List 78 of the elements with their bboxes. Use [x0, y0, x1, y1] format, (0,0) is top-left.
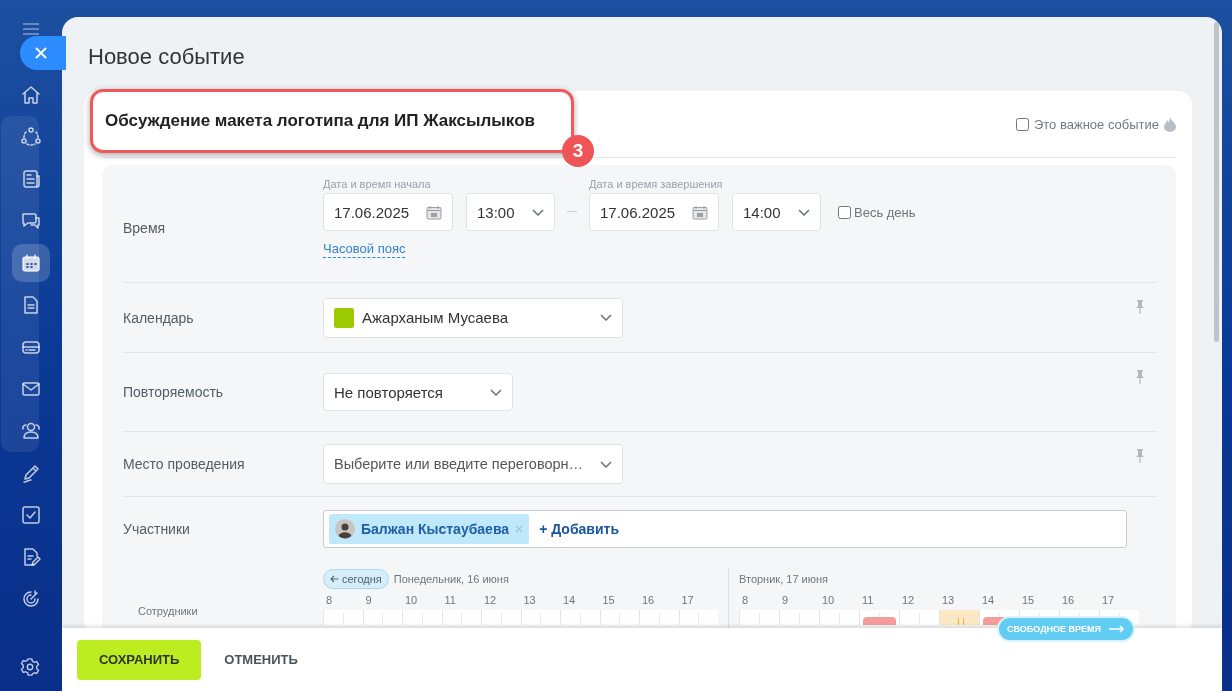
news-icon: [20, 168, 42, 190]
date-field[interactable]: 17.06.2025: [589, 193, 719, 231]
hour-label: 13: [941, 594, 956, 606]
hour-label: 9: [781, 594, 790, 606]
time-dropdown[interactable]: 14:00: [732, 193, 821, 231]
field-label: Место проведения: [123, 456, 246, 472]
hour-label: 8: [741, 594, 750, 606]
close-icon: [35, 47, 47, 59]
add-participant-link[interactable]: + Добавить: [539, 521, 619, 537]
close-button[interactable]: [20, 36, 66, 70]
target-icon: [20, 588, 42, 610]
calendar-icon[interactable]: [426, 204, 442, 220]
hour-label: 11: [443, 594, 457, 606]
calendar-icon: [20, 252, 42, 274]
hour-label: 10: [404, 594, 419, 606]
important-checkbox[interactable]: [1015, 117, 1029, 131]
field-label: Время: [123, 220, 167, 236]
date-field[interactable]: 17.06.2025: [323, 193, 453, 231]
calendar-icon[interactable]: [692, 204, 708, 220]
chat-icon: [20, 210, 42, 232]
flame-icon: [1164, 116, 1176, 132]
hour-label: 14: [981, 594, 996, 606]
hour-label: 10: [821, 594, 836, 606]
chevron-down-icon: [532, 208, 544, 216]
hour-label: 15: [601, 594, 616, 606]
hour-label: 17: [680, 594, 695, 606]
calendar-dropdown[interactable]: Ажарханым Мусаева: [323, 297, 623, 338]
field-caption: Дата и время завершения: [589, 178, 724, 191]
arrow-left-icon: [330, 575, 339, 583]
hour-label: 8: [325, 594, 334, 606]
day-label: Понедельник, 16 июня: [393, 573, 509, 585]
hour-label: 13: [522, 594, 537, 606]
sidebar-item[interactable]: [12, 244, 50, 282]
participant-chip[interactable]: Балжан Кыстаубаева: [329, 514, 530, 544]
chevron-down-icon: [600, 314, 612, 321]
settings-icon[interactable]: [20, 657, 40, 677]
hour-label: 12: [483, 594, 498, 606]
chevron-down-icon: [600, 460, 612, 468]
hour-label: 15: [1021, 594, 1036, 606]
people-icon: [20, 420, 42, 442]
avatar: [335, 519, 355, 539]
chevron-down-icon: [798, 208, 810, 216]
hour-label: 9: [364, 594, 373, 606]
checkbox-icon: [20, 504, 42, 526]
window-title: Новое событие: [88, 44, 245, 70]
chevron-down-icon: [490, 388, 502, 396]
scrollbar[interactable]: [1214, 22, 1219, 342]
hour-label: 16: [641, 594, 656, 606]
hour-label: 16: [1061, 594, 1076, 606]
timezone-link[interactable]: Часовой пояс: [323, 241, 406, 258]
arrow-right-icon: [1109, 625, 1125, 633]
employees-heading: Сотрудники: [138, 605, 198, 617]
day-label: Вторник, 17 июня: [739, 573, 828, 585]
menu-icon[interactable]: [22, 22, 40, 36]
important-label: Это важное событие: [1033, 116, 1159, 132]
flow-icon: [20, 126, 42, 148]
time-dropdown[interactable]: 13:00: [466, 193, 555, 231]
hour-label: 11: [861, 594, 875, 606]
cancel-button[interactable]: ОТМЕНИТЬ: [218, 651, 304, 668]
busy-block: [863, 617, 896, 625]
step-badge: 3: [562, 135, 594, 167]
all-day-label: Весь день: [854, 204, 916, 220]
participants-field[interactable]: Балжан Кыстаубаева + Добавить: [323, 510, 1127, 548]
repeat-dropdown[interactable]: Не повторяется: [323, 373, 513, 411]
hour-label: 14: [562, 594, 577, 606]
save-button[interactable]: СОХРАНИТЬ: [77, 639, 202, 680]
location-dropdown[interactable]: Выберите или введите переговорн…: [323, 444, 623, 484]
pen-icon: [20, 462, 42, 484]
hour-label: 12: [901, 594, 916, 606]
field-label: Календарь: [123, 309, 195, 326]
field-label: Повторяемость: [123, 384, 225, 400]
field-caption: Дата и время начала: [323, 178, 432, 191]
home-icon: [20, 84, 42, 106]
today-button[interactable]: сегодня: [323, 569, 389, 589]
hour-label: 17: [1101, 594, 1116, 606]
event-title[interactable]: Обсуждение макета логотипа для ИП Жаксылыков: [105, 111, 535, 131]
field-label: Участники: [123, 521, 191, 537]
all-day-checkbox[interactable]: [838, 205, 851, 219]
